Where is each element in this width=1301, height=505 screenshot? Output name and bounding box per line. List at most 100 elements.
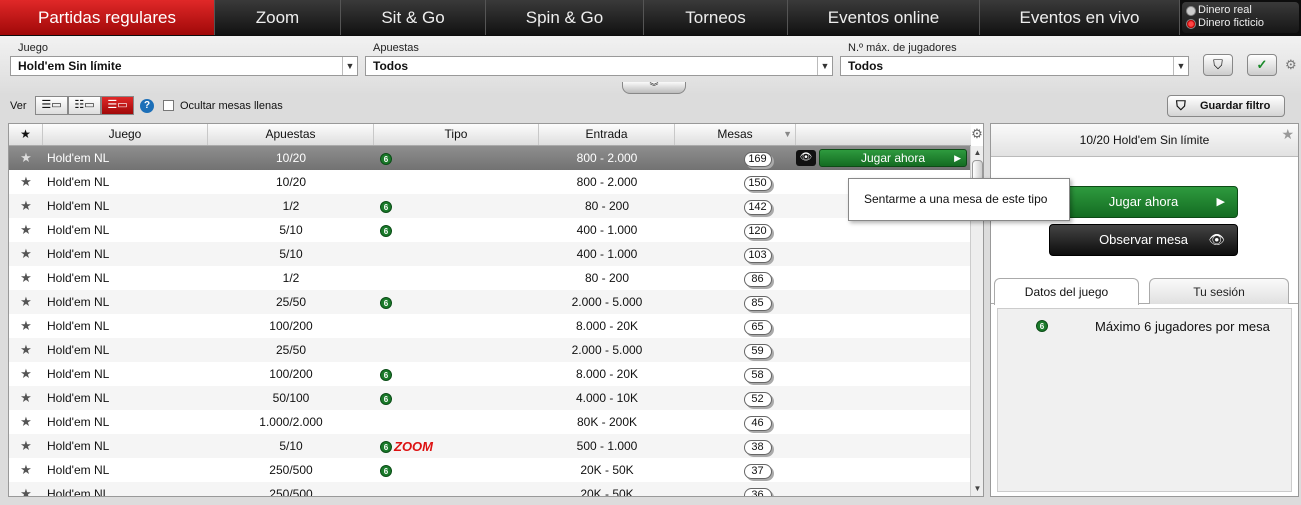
game-cell: Hold'em NL [47, 463, 110, 477]
apply-filter-button[interactable]: ✓ [1247, 54, 1277, 76]
panel-play-now-label: Jugar ahora [1108, 194, 1179, 209]
hide-full-tables-checkbox[interactable] [163, 100, 174, 111]
favorite-star-icon[interactable]: ★ [9, 290, 43, 314]
tab-eventos-en-vivo[interactable]: Eventos en vivo [980, 0, 1180, 35]
favorite-star-icon[interactable]: ★ [9, 458, 43, 482]
favorite-star-icon[interactable]: ★ [9, 386, 43, 410]
row-play-now-button[interactable]: Jugar ahora ▶ [819, 149, 967, 167]
tab-sit-and-go[interactable]: Sit & Go [341, 0, 486, 35]
column-header-type[interactable]: Tipo [374, 124, 539, 145]
real-money-label[interactable]: Dinero real [1198, 4, 1299, 17]
tables-count-cell: 37 [675, 458, 796, 482]
tab-game-data[interactable]: Datos del juego [994, 278, 1139, 305]
chevron-down-icon: ▼ [1173, 57, 1188, 75]
stakes-cell: 250/500 [269, 463, 313, 477]
row-play-now-label: Jugar ahora [860, 151, 926, 165]
table-row[interactable]: ★ Hold'em NL 25/50 6 2.000 - 5.000 85 [9, 290, 971, 314]
tab-zoom[interactable]: Zoom [215, 0, 341, 35]
panel-play-now-button[interactable]: Jugar ahora ▶ [1049, 186, 1238, 218]
view-list-large-button[interactable]: ☰▭ [101, 96, 134, 115]
favorite-column-header[interactable]: ★ [9, 124, 43, 145]
play-money-label[interactable]: Dinero ficticio [1198, 17, 1299, 30]
favorite-star-icon[interactable]: ★ [1281, 126, 1294, 143]
table-row[interactable]: ★ Hold'em NL 25/50 2.000 - 5.000 59 [9, 338, 971, 362]
column-header-entry[interactable]: Entrada [539, 124, 675, 145]
favorite-star-icon[interactable]: ★ [9, 410, 43, 434]
tables-count-cell: 46 [675, 410, 796, 434]
column-settings-gear-icon[interactable]: ⚙ [970, 126, 983, 144]
scroll-down-arrow-icon[interactable]: ▼ [971, 484, 983, 496]
tab-spin-and-go[interactable]: Spin & Go [486, 0, 644, 35]
table-row[interactable]: ★ Hold'em NL 50/100 6 4.000 - 10K 52 [9, 386, 971, 410]
game-cell: Hold'em NL [47, 151, 110, 165]
observe-icon[interactable]: 👁 [796, 150, 816, 166]
favorite-star-icon[interactable]: ★ [9, 314, 43, 338]
table-row[interactable]: ★ Hold'em NL 5/10 6 ZOOM 500 - 1.000 38 [9, 434, 971, 458]
collapse-filters-handle[interactable]: ︾ [622, 82, 686, 94]
favorite-star-icon[interactable]: ★ [9, 194, 43, 218]
game-cell: Hold'em NL [47, 367, 110, 381]
table-row[interactable]: ★ Hold'em NL 1.000/2.000 80K - 200K 46 [9, 410, 971, 434]
favorite-star-icon[interactable]: ★ [9, 146, 43, 170]
observe-table-button[interactable]: Observar mesa 👁 [1049, 224, 1238, 256]
radio-real-money[interactable] [1186, 6, 1196, 16]
money-mode-switch: Dinero real Dinero ficticio [1182, 2, 1299, 33]
entry-cell: 20K - 50K [580, 487, 634, 497]
column-header-stakes[interactable]: Apuestas [208, 124, 374, 145]
column-header-game[interactable]: Juego [43, 124, 208, 145]
favorite-star-icon[interactable]: ★ [9, 242, 43, 266]
table-row[interactable]: ★ Hold'em NL 5/10 6 400 - 1.000 120 [9, 218, 971, 242]
favorite-star-icon[interactable]: ★ [9, 170, 43, 194]
stakes-select[interactable]: Todos ▼ [365, 56, 833, 76]
view-list-compact-button[interactable]: ☰▭ [35, 96, 68, 115]
view-list-medium-button[interactable]: ☷▭ [68, 96, 101, 115]
table-row[interactable]: ★ Hold'em NL 100/200 8.000 - 20K 65 [9, 314, 971, 338]
radio-play-money[interactable] [1186, 19, 1196, 29]
tab-torneos[interactable]: Torneos [644, 0, 788, 35]
favorite-star-icon[interactable]: ★ [9, 218, 43, 242]
tab-eventos-online[interactable]: Eventos online [788, 0, 980, 35]
tables-count-cell: 150 [675, 170, 796, 194]
stakes-select-value: Todos [373, 59, 409, 73]
type-cell [374, 482, 539, 496]
tables-count-cell: 52 [675, 386, 796, 410]
filter-button[interactable]: ⛉ [1203, 54, 1233, 76]
table-row[interactable]: ★ Hold'em NL 1/2 6 80 - 200 142 [9, 194, 971, 218]
players-select[interactable]: Todos ▼ [840, 56, 1189, 76]
help-icon[interactable]: ? [140, 99, 154, 113]
column-header-tables[interactable]: Mesas ▼ [675, 124, 796, 145]
favorite-star-icon[interactable]: ★ [9, 434, 43, 458]
save-filter-button[interactable]: ⛉ Guardar filtro [1167, 95, 1285, 117]
table-row[interactable]: ★ Hold'em NL 250/500 6 20K - 50K 37 [9, 458, 971, 482]
game-select[interactable]: Hold'em Sin límite ▼ [10, 56, 358, 76]
table-header: ★ Juego Apuestas Tipo Entrada Mesas ▼ [9, 124, 971, 146]
favorite-star-icon[interactable]: ★ [9, 266, 43, 290]
hide-full-tables-label[interactable]: Ocultar mesas llenas [180, 100, 283, 112]
chevron-down-icon: ▼ [817, 57, 832, 75]
players-select-value: Todos [848, 59, 884, 73]
tables-count-cell: 58 [675, 362, 796, 386]
table-row[interactable]: ★ Hold'em NL 10/20 800 - 2.000 150 [9, 170, 971, 194]
tab-partidas-regulares[interactable]: Partidas regulares [0, 0, 215, 35]
stakes-cell: 10/20 [275, 151, 307, 165]
stakes-cell: 25/50 [275, 295, 307, 309]
tables-count-cell: 86 [675, 266, 796, 290]
type-cell [374, 410, 539, 434]
table-row[interactable]: ★ Hold'em NL 250/500 20K - 50K 36 [9, 482, 971, 497]
tables-count-badge: 52 [743, 392, 772, 407]
favorite-star-icon[interactable]: ★ [9, 482, 43, 496]
entry-cell: 500 - 1.000 [576, 439, 638, 453]
settings-gear-icon[interactable]: ⚙ [1285, 57, 1297, 73]
favorite-star-icon[interactable]: ★ [9, 362, 43, 386]
table-row[interactable]: ★ Hold'em NL 1/2 80 - 200 86 [9, 266, 971, 290]
game-select-value: Hold'em Sin límite [18, 59, 122, 73]
column-header-actions [796, 124, 971, 145]
game-cell: Hold'em NL [47, 343, 110, 357]
tables-count-badge: 103 [743, 248, 772, 263]
favorite-star-icon[interactable]: ★ [9, 338, 43, 362]
save-filter-label: Guardar filtro [1200, 100, 1271, 112]
scroll-up-arrow-icon[interactable]: ▲ [971, 148, 983, 160]
table-row[interactable]: ★ Hold'em NL 100/200 6 8.000 - 20K 58 [9, 362, 971, 386]
tab-your-session[interactable]: Tu sesión [1149, 278, 1289, 304]
table-row[interactable]: ★ Hold'em NL 5/10 400 - 1.000 103 [9, 242, 971, 266]
